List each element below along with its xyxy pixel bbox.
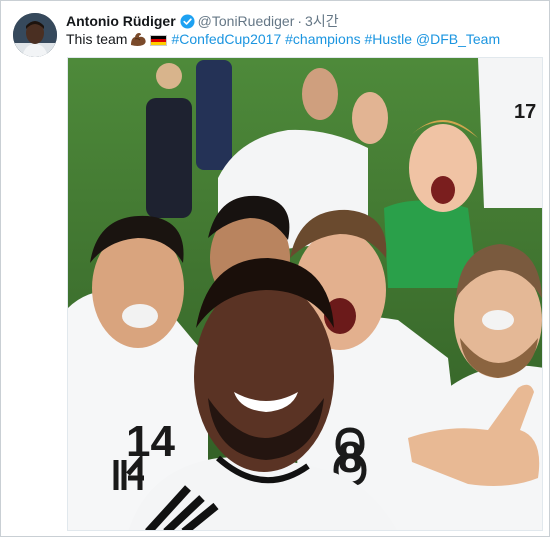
hashtag-confedcup2017[interactable]: #ConfedCup2017	[171, 31, 281, 47]
team-selfie-image: 14 8 17	[68, 58, 542, 530]
tweet-text: This team #ConfedCup2017 #champions #Hust…	[66, 30, 500, 51]
muscle-emoji-icon	[130, 32, 147, 51]
jersey-number-17: 17	[514, 101, 536, 123]
header-separator: ·	[297, 13, 303, 29]
tweet-card: Antonio Rüdiger @ToniRuediger · 3시간 This te…	[0, 0, 550, 537]
author-handle[interactable]: @ToniRuediger	[198, 13, 295, 29]
jersey-number-8: 8	[338, 433, 362, 482]
jersey-number-14: 14	[126, 417, 175, 466]
avatar[interactable]	[13, 13, 57, 57]
hashtag-hustle[interactable]: #Hustle	[365, 31, 412, 47]
tweet-header: Antonio Rüdiger @ToniRuediger · 3시간	[66, 12, 339, 30]
germany-flag-icon	[150, 35, 168, 46]
author-name[interactable]: Antonio Rüdiger	[66, 13, 176, 29]
mention-dfb-team[interactable]: @DFB_Team	[416, 31, 500, 47]
timestamp[interactable]: 3시간	[305, 13, 339, 29]
tweet-photo[interactable]: 14 8 17	[67, 57, 543, 531]
tweet-text-prefix: This team	[66, 31, 128, 47]
hashtag-champions[interactable]: #champions	[285, 31, 361, 47]
